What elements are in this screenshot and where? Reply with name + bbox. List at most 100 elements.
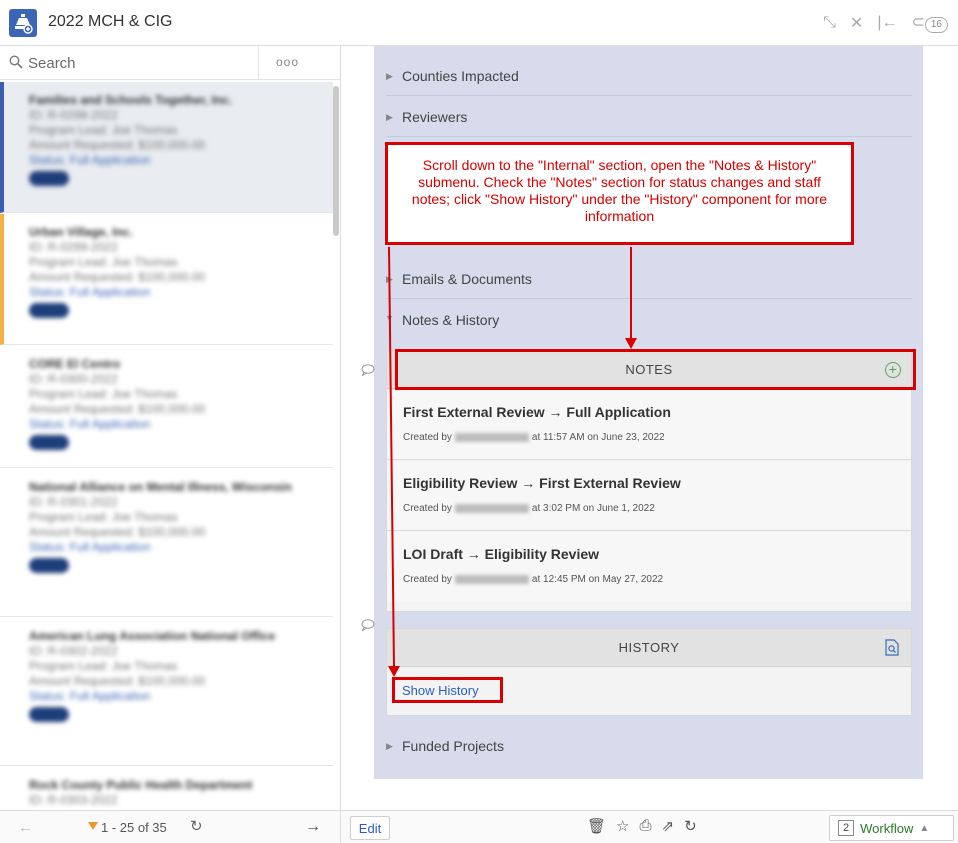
section-label: Emails & Documents (402, 271, 532, 287)
collapse-icon: ▼ (385, 313, 394, 323)
document-search-icon[interactable] (885, 639, 899, 656)
record-amount: Amount Requested: $100,000.00 (29, 674, 206, 688)
record-id: ID: R-0298-2022 (29, 108, 118, 122)
top-bar: 2022 MCH & CIG ⤡ ✕ |← ⊂ 16 (0, 0, 958, 46)
star-icon[interactable]: ☆ (616, 817, 629, 835)
note-meta: Created by at 12:45 PM on May 27, 2022 (403, 574, 664, 585)
record-program: Program Lead: Joe Thomas (29, 387, 178, 401)
record-program: Program Lead: Joe Thomas (29, 255, 178, 269)
workflow-count: 2 (838, 820, 855, 836)
record-program: Program Lead: Joe Thomas (29, 659, 178, 673)
record-name: American Lung Association National Offic… (29, 629, 276, 643)
record-id: ID: R-0300-2022 (29, 372, 118, 386)
refresh-icon[interactable]: ↻ (684, 817, 697, 835)
section-label: Reviewers (402, 109, 468, 125)
workflow-button[interactable]: 2 Workflow ▲ (829, 815, 954, 841)
list-item[interactable]: American Lung Association National Offic… (0, 618, 333, 766)
history-title: HISTORY (618, 640, 680, 655)
section-notes-history[interactable]: ▼ Notes & History (385, 300, 912, 340)
record-name: CORE El Centro (29, 357, 121, 371)
record-status: Status: Full Application (29, 540, 151, 554)
note-title: Eligibility Review → First External Revi… (403, 475, 681, 491)
record-id: ID: R-0299-2022 (29, 240, 118, 254)
section-label: Funded Projects (402, 738, 504, 754)
comment-icon[interactable] (361, 619, 375, 631)
section-counties-impacted[interactable]: ▶ Counties Impacted (386, 56, 912, 96)
divider (258, 46, 259, 80)
expand-icon: ▶ (386, 274, 393, 284)
next-page-icon[interactable]: → (305, 818, 321, 836)
workflow-label: Workflow (860, 820, 914, 836)
list-item[interactable]: Urban Village, Inc. ID: R-0299-2022 Prog… (0, 214, 333, 345)
more-options-button[interactable]: ooo (276, 55, 299, 69)
note-meta: Created by at 3:02 PM on June 1, 2022 (403, 503, 655, 514)
previous-page-icon[interactable]: ← (18, 819, 33, 836)
refresh-icon[interactable]: ↻ (190, 817, 203, 835)
record-status: Status: Full Application (29, 417, 151, 431)
record-amount: Amount Requested: $100,000.00 (29, 402, 206, 416)
comment-icon[interactable] (361, 364, 375, 376)
action-icons: 🗑 ☆ ⎙ ⇗ ↻ (587, 817, 697, 835)
annotation-callout: Scroll down to the "Internal" section, o… (385, 142, 854, 245)
collapse-icon[interactable]: ⤡ (823, 14, 836, 32)
note-meta: Created by at 11:57 AM on June 23, 2022 (403, 432, 665, 443)
dock-left-icon[interactable]: |← (877, 14, 897, 32)
list-pager: ← 1 - 25 of 35 ↻ → (0, 810, 341, 843)
list-item[interactable]: National Alliance on Mental Illness, Wis… (0, 469, 333, 617)
record-name: National Alliance on Mental Illness, Wis… (29, 480, 292, 494)
print-icon[interactable]: ⎙ (640, 817, 652, 835)
note-item: Eligibility Review → First External Revi… (387, 461, 911, 531)
search-icon (9, 55, 23, 69)
section-label: Notes & History (402, 312, 500, 328)
record-program: Program Lead: Joe Thomas (29, 510, 178, 524)
expand-icon: ▶ (386, 741, 393, 751)
page-title: 2022 MCH & CIG (48, 13, 173, 30)
record-status: Status: Full Application (29, 285, 151, 299)
expand-icon: ▶ (386, 112, 393, 122)
section-label: Counties Impacted (402, 68, 519, 84)
redacted-author (454, 432, 529, 442)
record-count-badge[interactable]: ⊂ 16 (911, 12, 948, 33)
status-badge: LATE (29, 707, 70, 722)
list-item[interactable]: Rock County Public Health Department ID:… (0, 767, 333, 810)
section-reviewers[interactable]: ▶ Reviewers (386, 97, 912, 137)
note-title: LOI Draft → Eligibility Review (403, 546, 600, 562)
pager-range: 1 - 25 of 35 (101, 820, 167, 835)
note-title: First External Review → Full Application (403, 404, 671, 420)
record-name: Families and Schools Together, Inc. (29, 93, 233, 107)
filter-icon[interactable] (88, 822, 98, 830)
record-list-pane: ooo Families and Schools Together, Inc. … (0, 46, 341, 810)
record-amount: Amount Requested: $100,000.00 (29, 525, 206, 539)
redacted-author (454, 503, 529, 513)
expand-icon: ▶ (386, 71, 393, 81)
record-name: Rock County Public Health Department (29, 778, 253, 792)
record-id: ID: R-0301-2022 (29, 495, 118, 509)
search-input[interactable] (28, 52, 258, 74)
section-emails-documents[interactable]: ▶ Emails & Documents (386, 259, 912, 299)
share-icon[interactable]: ⇗ (662, 817, 675, 835)
app-logo-icon[interactable] (9, 9, 37, 37)
record-name: Urban Village, Inc. (29, 225, 133, 239)
caret-up-icon: ▲ (919, 822, 930, 834)
scrollbar[interactable] (333, 86, 339, 236)
record-status: Status: Full Application (29, 153, 151, 167)
status-badge: LATE (29, 558, 70, 573)
action-bar: Edit 🗑 ☆ ⎙ ⇗ ↻ 2 Workflow ▲ (341, 810, 958, 843)
record-program: Program Lead: Joe Thomas (29, 123, 178, 137)
search-bar: ooo (0, 46, 340, 80)
list-item[interactable]: CORE El Centro ID: R-0300-2022 Program L… (0, 346, 333, 468)
status-badge: LATE (29, 435, 70, 450)
note-item: First External Review → Full Application… (387, 390, 911, 460)
edit-button[interactable]: Edit (350, 816, 390, 840)
annotation-highlight-notes (395, 349, 916, 390)
delete-icon[interactable]: 🗑 (587, 817, 606, 835)
window-controls: ⤡ ✕ |← ⊂ 16 (823, 12, 948, 33)
annotation-highlight-show-history (392, 677, 503, 703)
close-icon[interactable]: ✕ (850, 13, 863, 33)
record-amount: Amount Requested: $100,000.00 (29, 138, 206, 152)
redacted-author (454, 574, 529, 584)
record-id: ID: R-0303-2022 (29, 793, 118, 807)
section-funded-projects[interactable]: ▶ Funded Projects (386, 726, 912, 766)
record-id: ID: R-0302-2022 (29, 644, 118, 658)
list-item[interactable]: Families and Schools Together, Inc. ID: … (0, 82, 333, 213)
